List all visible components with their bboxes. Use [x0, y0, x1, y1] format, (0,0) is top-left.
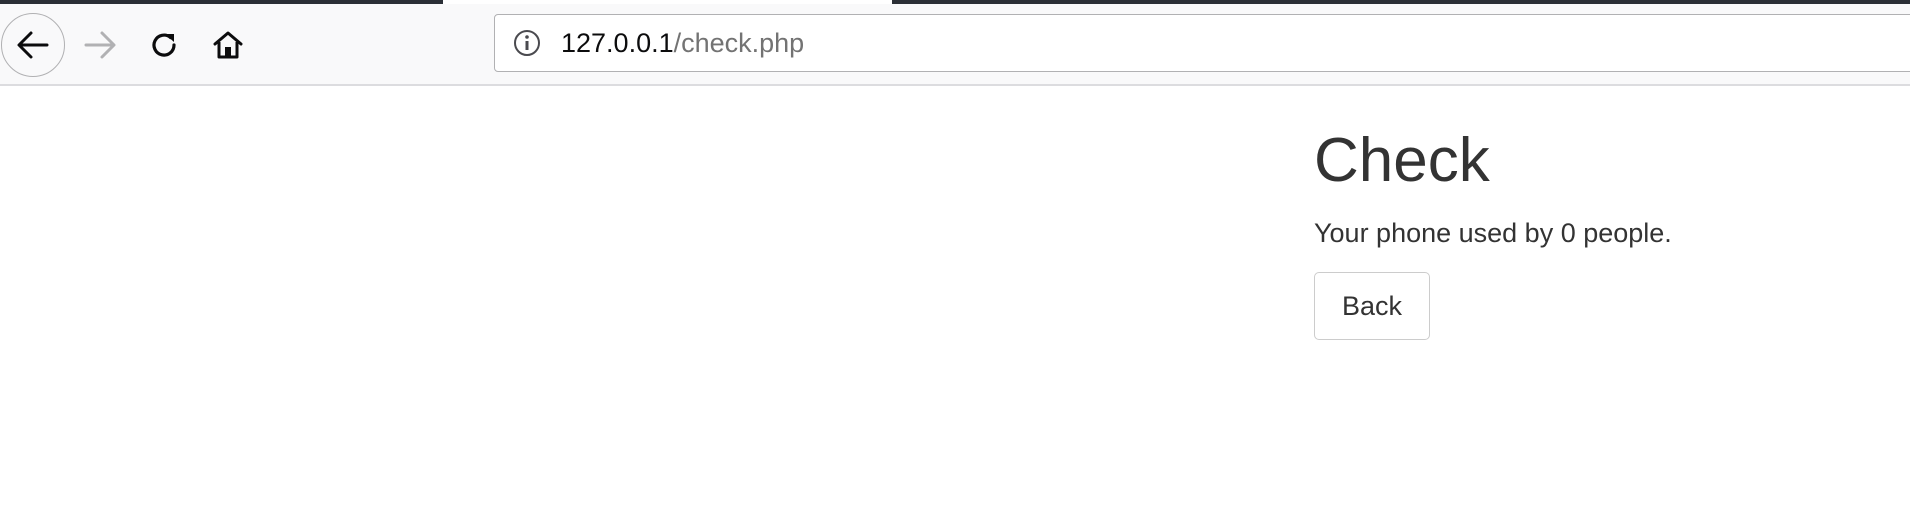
back-button[interactable]: [1, 13, 65, 77]
forward-button[interactable]: [76, 21, 124, 69]
reload-button[interactable]: [140, 21, 188, 69]
url-path: /check.php: [673, 28, 805, 58]
back-link-button[interactable]: Back: [1314, 272, 1430, 340]
reload-icon: [152, 33, 176, 57]
url-host: 127.0.0.1: [561, 28, 674, 58]
home-icon: [213, 31, 243, 59]
result-message: Your phone used by 0 people.: [1314, 218, 1672, 248]
home-button[interactable]: [204, 21, 252, 69]
forward-arrow-icon: [84, 31, 116, 59]
info-icon[interactable]: [512, 28, 542, 58]
browser-toolbar: 127.0.0.1/check.php: [0, 4, 1910, 86]
url-text[interactable]: 127.0.0.1/check.php: [561, 28, 804, 58]
back-arrow-icon: [17, 31, 49, 59]
address-bar[interactable]: 127.0.0.1/check.php: [494, 14, 1910, 72]
page-title: Check: [1314, 126, 1490, 195]
